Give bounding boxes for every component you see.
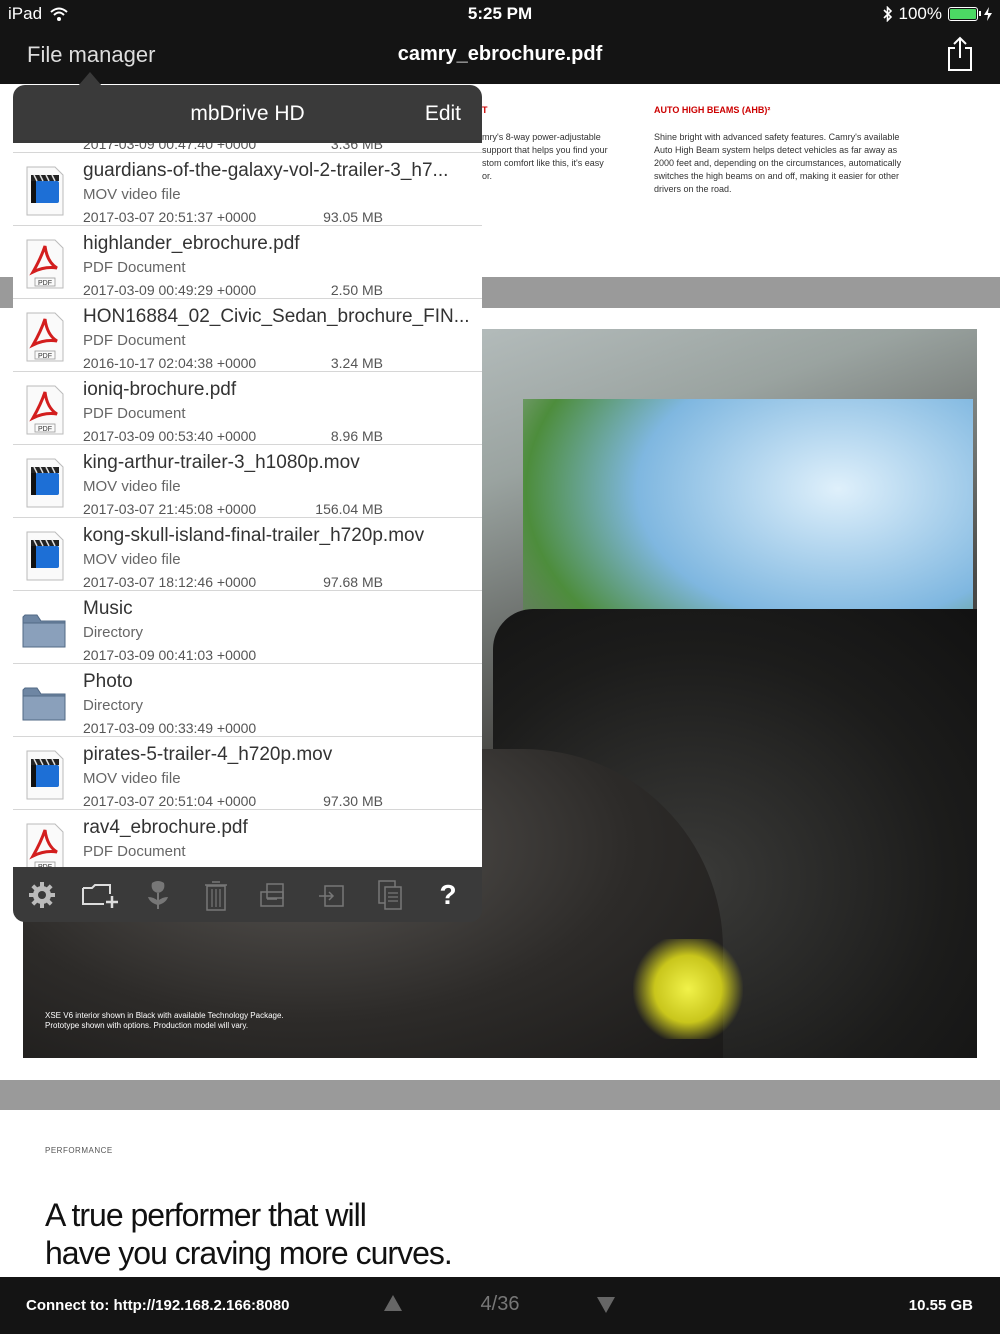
- bluetooth-icon: [882, 6, 892, 22]
- file-size: 3.24 MB: [330, 355, 383, 371]
- copy-icon[interactable]: [245, 867, 303, 922]
- move-icon[interactable]: [303, 867, 361, 922]
- pdf-file-icon: PDF: [21, 822, 67, 867]
- file-size: 97.68 MB: [323, 574, 383, 590]
- list-item[interactable]: pirates-5-trailer-4_h720p.mov MOV video …: [13, 737, 482, 810]
- list-item[interactable]: king-arthur-trailer-3_h1080p.mov MOV vid…: [13, 445, 482, 518]
- file-size: 8.96 MB: [330, 428, 383, 444]
- next-page-icon[interactable]: [597, 1297, 615, 1313]
- file-size: 2.50 MB: [330, 282, 383, 298]
- edit-button[interactable]: Edit: [425, 102, 461, 126]
- video-file-icon: [21, 457, 67, 509]
- file-browser-popover: mbDrive HD Edit 2017-03-09 00:47:40 +000…: [13, 85, 482, 922]
- file-name: kong-skull-island-final-trailer_h720p.mo…: [83, 525, 425, 546]
- file-name: pirates-5-trailer-4_h720p.mov: [83, 744, 333, 765]
- share-icon[interactable]: [946, 36, 974, 72]
- photo-caption: XSE V6 interior shown in Black with avai…: [45, 1011, 284, 1030]
- file-date: 2016-10-17 02:04:38 +0000: [83, 355, 257, 371]
- file-name: rav4_ebrochure.pdf: [83, 817, 248, 838]
- battery-percent: 100%: [898, 4, 942, 23]
- charging-icon: [984, 7, 992, 21]
- svg-text:PDF: PDF: [38, 353, 52, 360]
- video-file-icon: [21, 165, 67, 217]
- previous-page-icon[interactable]: [384, 1295, 402, 1311]
- list-item[interactable]: kong-skull-island-final-trailer_h720p.mo…: [13, 518, 482, 591]
- file-date: 2017-03-07 20:51:37 +0000: [83, 209, 257, 225]
- help-icon[interactable]: ?: [419, 867, 477, 922]
- file-date: 2017-03-07 20:51:04 +0000: [83, 793, 257, 809]
- file-size: 93.05 MB: [323, 209, 383, 225]
- file-kind: MOV video file: [83, 770, 181, 787]
- file-kind: PDF Document: [83, 843, 186, 860]
- bottom-bar: Connect to: http://192.168.2.166:8080 4/…: [0, 1277, 1000, 1334]
- file-kind: Directory: [83, 624, 144, 641]
- page-headline: A true performer that will have you crav…: [45, 1197, 453, 1271]
- svg-text:PDF: PDF: [38, 426, 52, 433]
- pdf-file-icon: PDF: [21, 311, 67, 363]
- clock: 5:25 PM: [467, 4, 533, 23]
- file-name: king-arthur-trailer-3_h1080p.mov: [83, 452, 360, 473]
- pdf-file-icon: PDF: [21, 238, 67, 290]
- flower-icon[interactable]: [129, 867, 187, 922]
- file-date: 2017-03-09 00:49:29 +0000: [83, 282, 257, 298]
- file-name: Music: [83, 598, 133, 619]
- folder-icon: [21, 676, 67, 728]
- popover-arrow: [78, 72, 102, 86]
- free-storage: 10.55 GB: [908, 1297, 973, 1314]
- file-name: highlander_ebrochure.pdf: [83, 233, 300, 254]
- list-item[interactable]: Photo Directory 2017-03-09 00:33:49 +000…: [13, 664, 482, 737]
- file-list[interactable]: 2017-03-09 00:47:40 +0000 3.36 MB guardi…: [13, 143, 482, 867]
- file-date: 2017-03-09 00:53:40 +0000: [83, 428, 257, 444]
- file-name: Photo: [83, 671, 133, 692]
- file-date: 2017-03-09 00:41:03 +0000: [83, 647, 257, 663]
- list-item[interactable]: Music Directory 2017-03-09 00:41:03 +000…: [13, 591, 482, 664]
- trash-icon[interactable]: [187, 867, 245, 922]
- connect-url: Connect to: http://192.168.2.166:8080: [26, 1297, 290, 1314]
- popover-title: mbDrive HD: [190, 102, 305, 125]
- page-indicator: 4/36: [480, 1293, 520, 1315]
- list-item[interactable]: PDF highlander_ebrochure.pdf PDF Documen…: [13, 226, 482, 299]
- video-file-icon: [21, 530, 67, 582]
- paste-icon[interactable]: [361, 867, 419, 922]
- navigation-bar: File manager camry_ebrochure.pdf: [0, 28, 1000, 84]
- file-kind: PDF Document: [83, 332, 186, 349]
- pdf-text-column-left: T mry's 8-way power-adjustable support t…: [482, 105, 608, 181]
- popover-toolbar: ?: [13, 867, 482, 922]
- popover-header: mbDrive HD Edit: [13, 85, 482, 143]
- status-bar: iPad 5:25 PM 100%: [0, 0, 1000, 28]
- file-kind: MOV video file: [83, 186, 181, 203]
- video-file-icon: [21, 749, 67, 801]
- file-kind: PDF Document: [83, 259, 186, 276]
- pdf-text-column-right: AUTO HIGH BEAMS (AHB)² Shine bright with…: [654, 105, 902, 194]
- file-date: 2017-03-07 21:45:08 +0000: [83, 501, 257, 517]
- file-date: 2017-03-09 00:33:49 +0000: [83, 720, 257, 736]
- file-name: HON16884_02_Civic_Sedan_brochure_FIN...: [83, 306, 470, 327]
- folder-icon: [21, 603, 67, 655]
- file-name: guardians-of-the-galaxy-vol-2-trailer-3_…: [83, 160, 449, 181]
- file-kind: PDF Document: [83, 405, 186, 422]
- list-item[interactable]: PDF HON16884_02_Civic_Sedan_brochure_FIN…: [13, 299, 482, 372]
- battery-icon: [948, 7, 981, 21]
- new-folder-icon[interactable]: [71, 867, 129, 922]
- pdf-file-icon: PDF: [21, 384, 67, 436]
- file-kind: MOV video file: [83, 478, 181, 495]
- list-item[interactable]: 2017-03-09 00:47:40 +0000 3.36 MB: [13, 143, 482, 153]
- file-size: 97.30 MB: [323, 793, 383, 809]
- file-kind: Directory: [83, 697, 144, 714]
- gear-icon[interactable]: [13, 867, 71, 922]
- file-kind: MOV video file: [83, 551, 181, 568]
- file-date: 2017-03-07 18:12:46 +0000: [83, 574, 257, 590]
- pdf-page-next: PERFORMANCE A true performer that will h…: [0, 1110, 1000, 1277]
- list-item[interactable]: PDF ioniq-brochure.pdf PDF Document 2017…: [13, 372, 482, 445]
- section-kicker: PERFORMANCE: [45, 1146, 113, 1155]
- list-item[interactable]: PDF rav4_ebrochure.pdf PDF Document: [13, 810, 482, 867]
- list-item[interactable]: guardians-of-the-galaxy-vol-2-trailer-3_…: [13, 153, 482, 226]
- svg-text:PDF: PDF: [38, 280, 52, 287]
- file-name: ioniq-brochure.pdf: [83, 379, 237, 400]
- file-size: 156.04 MB: [315, 501, 383, 517]
- document-title: camry_ebrochure.pdf: [397, 43, 603, 65]
